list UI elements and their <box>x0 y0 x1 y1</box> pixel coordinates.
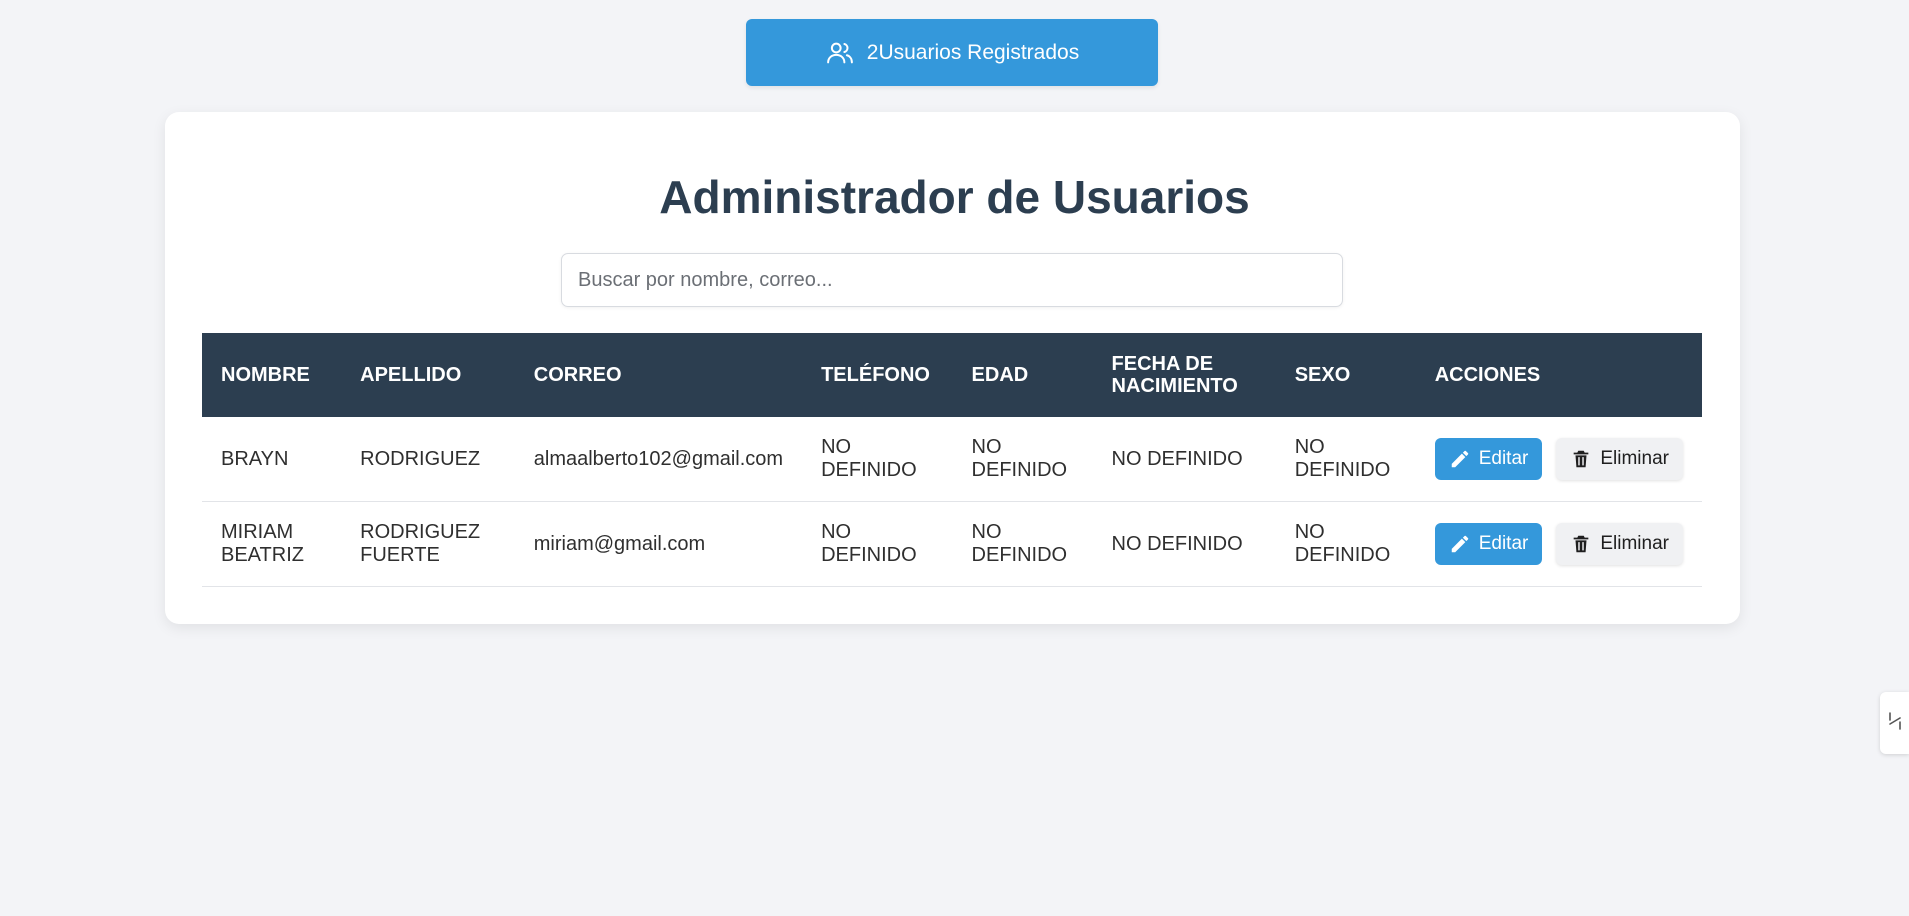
delete-button-label: Eliminar <box>1600 448 1669 469</box>
edit-button-label: Editar <box>1478 448 1529 469</box>
side-tab[interactable] <box>1880 692 1909 754</box>
table-row: BRAYN RODRIGUEZ almaalberto102@gmail.com… <box>202 417 1702 502</box>
cell-edad: NO DEFINIDO <box>952 501 1093 587</box>
pencil-icon <box>1449 533 1471 555</box>
cell-apellido: RODRIGUEZ FUERTE <box>341 501 515 587</box>
row-actions: Editar Eliminar <box>1434 523 1683 565</box>
cell-acciones: Editar Eliminar <box>1415 417 1702 502</box>
column-header-acciones: ACCIONES <box>1434 364 1541 386</box>
column-header-sexo: SEXO <box>1294 364 1351 386</box>
registered-users-count: 2 <box>866 40 879 64</box>
delete-button[interactable]: Eliminar <box>1556 438 1683 480</box>
edit-button[interactable]: Editar <box>1434 523 1543 565</box>
column-header-edad: EDAD <box>971 364 1029 386</box>
users-table: NOMBRE APELLIDO CORREO TELÉFONO EDAD FEC… <box>202 333 1702 587</box>
delete-button[interactable]: Eliminar <box>1556 523 1683 565</box>
column-header-nombre: NOMBRE <box>221 364 310 386</box>
cell-telefono: NO DEFINIDO <box>802 417 953 502</box>
users-icon <box>825 38 855 68</box>
cell-nombre: MIRIAM BEATRIZ <box>202 501 342 587</box>
pencil-icon <box>1449 448 1471 470</box>
edit-button-label: Editar <box>1478 533 1529 554</box>
edit-button[interactable]: Editar <box>1434 438 1543 480</box>
registered-users-button[interactable]: 2 Usuarios Registrados <box>746 19 1158 86</box>
cell-correo: almaalberto102@gmail.com <box>514 417 803 502</box>
cell-nombre: BRAYN <box>202 417 342 502</box>
cell-correo: miriam@gmail.com <box>514 501 803 587</box>
table-header: NOMBRE APELLIDO CORREO TELÉFONO EDAD FEC… <box>202 333 1702 417</box>
column-header-fecha-nacimiento: FECHA DE NACIMIENTO <box>1111 353 1238 397</box>
cell-apellido: RODRIGUEZ <box>341 417 515 502</box>
row-actions: Editar Eliminar <box>1434 438 1683 480</box>
column-header-telefono: TELÉFONO <box>821 364 930 386</box>
registered-users-label: 2 Usuarios Registrados <box>867 41 1079 65</box>
expand-arrows-icon <box>1886 709 1904 738</box>
registered-users-text: Usuarios Registrados <box>878 40 1080 64</box>
trash-icon <box>1570 448 1592 470</box>
delete-button-label: Eliminar <box>1600 533 1669 554</box>
cell-edad: NO DEFINIDO <box>952 417 1093 502</box>
cell-sexo: NO DEFINIDO <box>1275 501 1416 587</box>
cell-fecha-nacimiento: NO DEFINIDO <box>1092 501 1276 587</box>
cell-sexo: NO DEFINIDO <box>1275 417 1416 502</box>
column-header-correo: CORREO <box>533 364 622 386</box>
column-header-apellido: APELLIDO <box>360 364 462 386</box>
cell-telefono: NO DEFINIDO <box>802 501 953 587</box>
page: 2 Usuarios Registrados Administrador de U… <box>0 0 1909 916</box>
table-header-row: NOMBRE APELLIDO CORREO TELÉFONO EDAD FEC… <box>202 333 1702 417</box>
cell-fecha-nacimiento: NO DEFINIDO <box>1092 417 1276 502</box>
trash-icon <box>1570 533 1592 555</box>
search-input[interactable] <box>561 253 1343 307</box>
table-row: MIRIAM BEATRIZ RODRIGUEZ FUERTE miriam@g… <box>202 501 1702 587</box>
page-title: Administrador de Usuarios <box>659 171 1250 223</box>
table-body: BRAYN RODRIGUEZ almaalberto102@gmail.com… <box>202 417 1702 587</box>
cell-acciones: Editar Eliminar <box>1415 501 1702 587</box>
